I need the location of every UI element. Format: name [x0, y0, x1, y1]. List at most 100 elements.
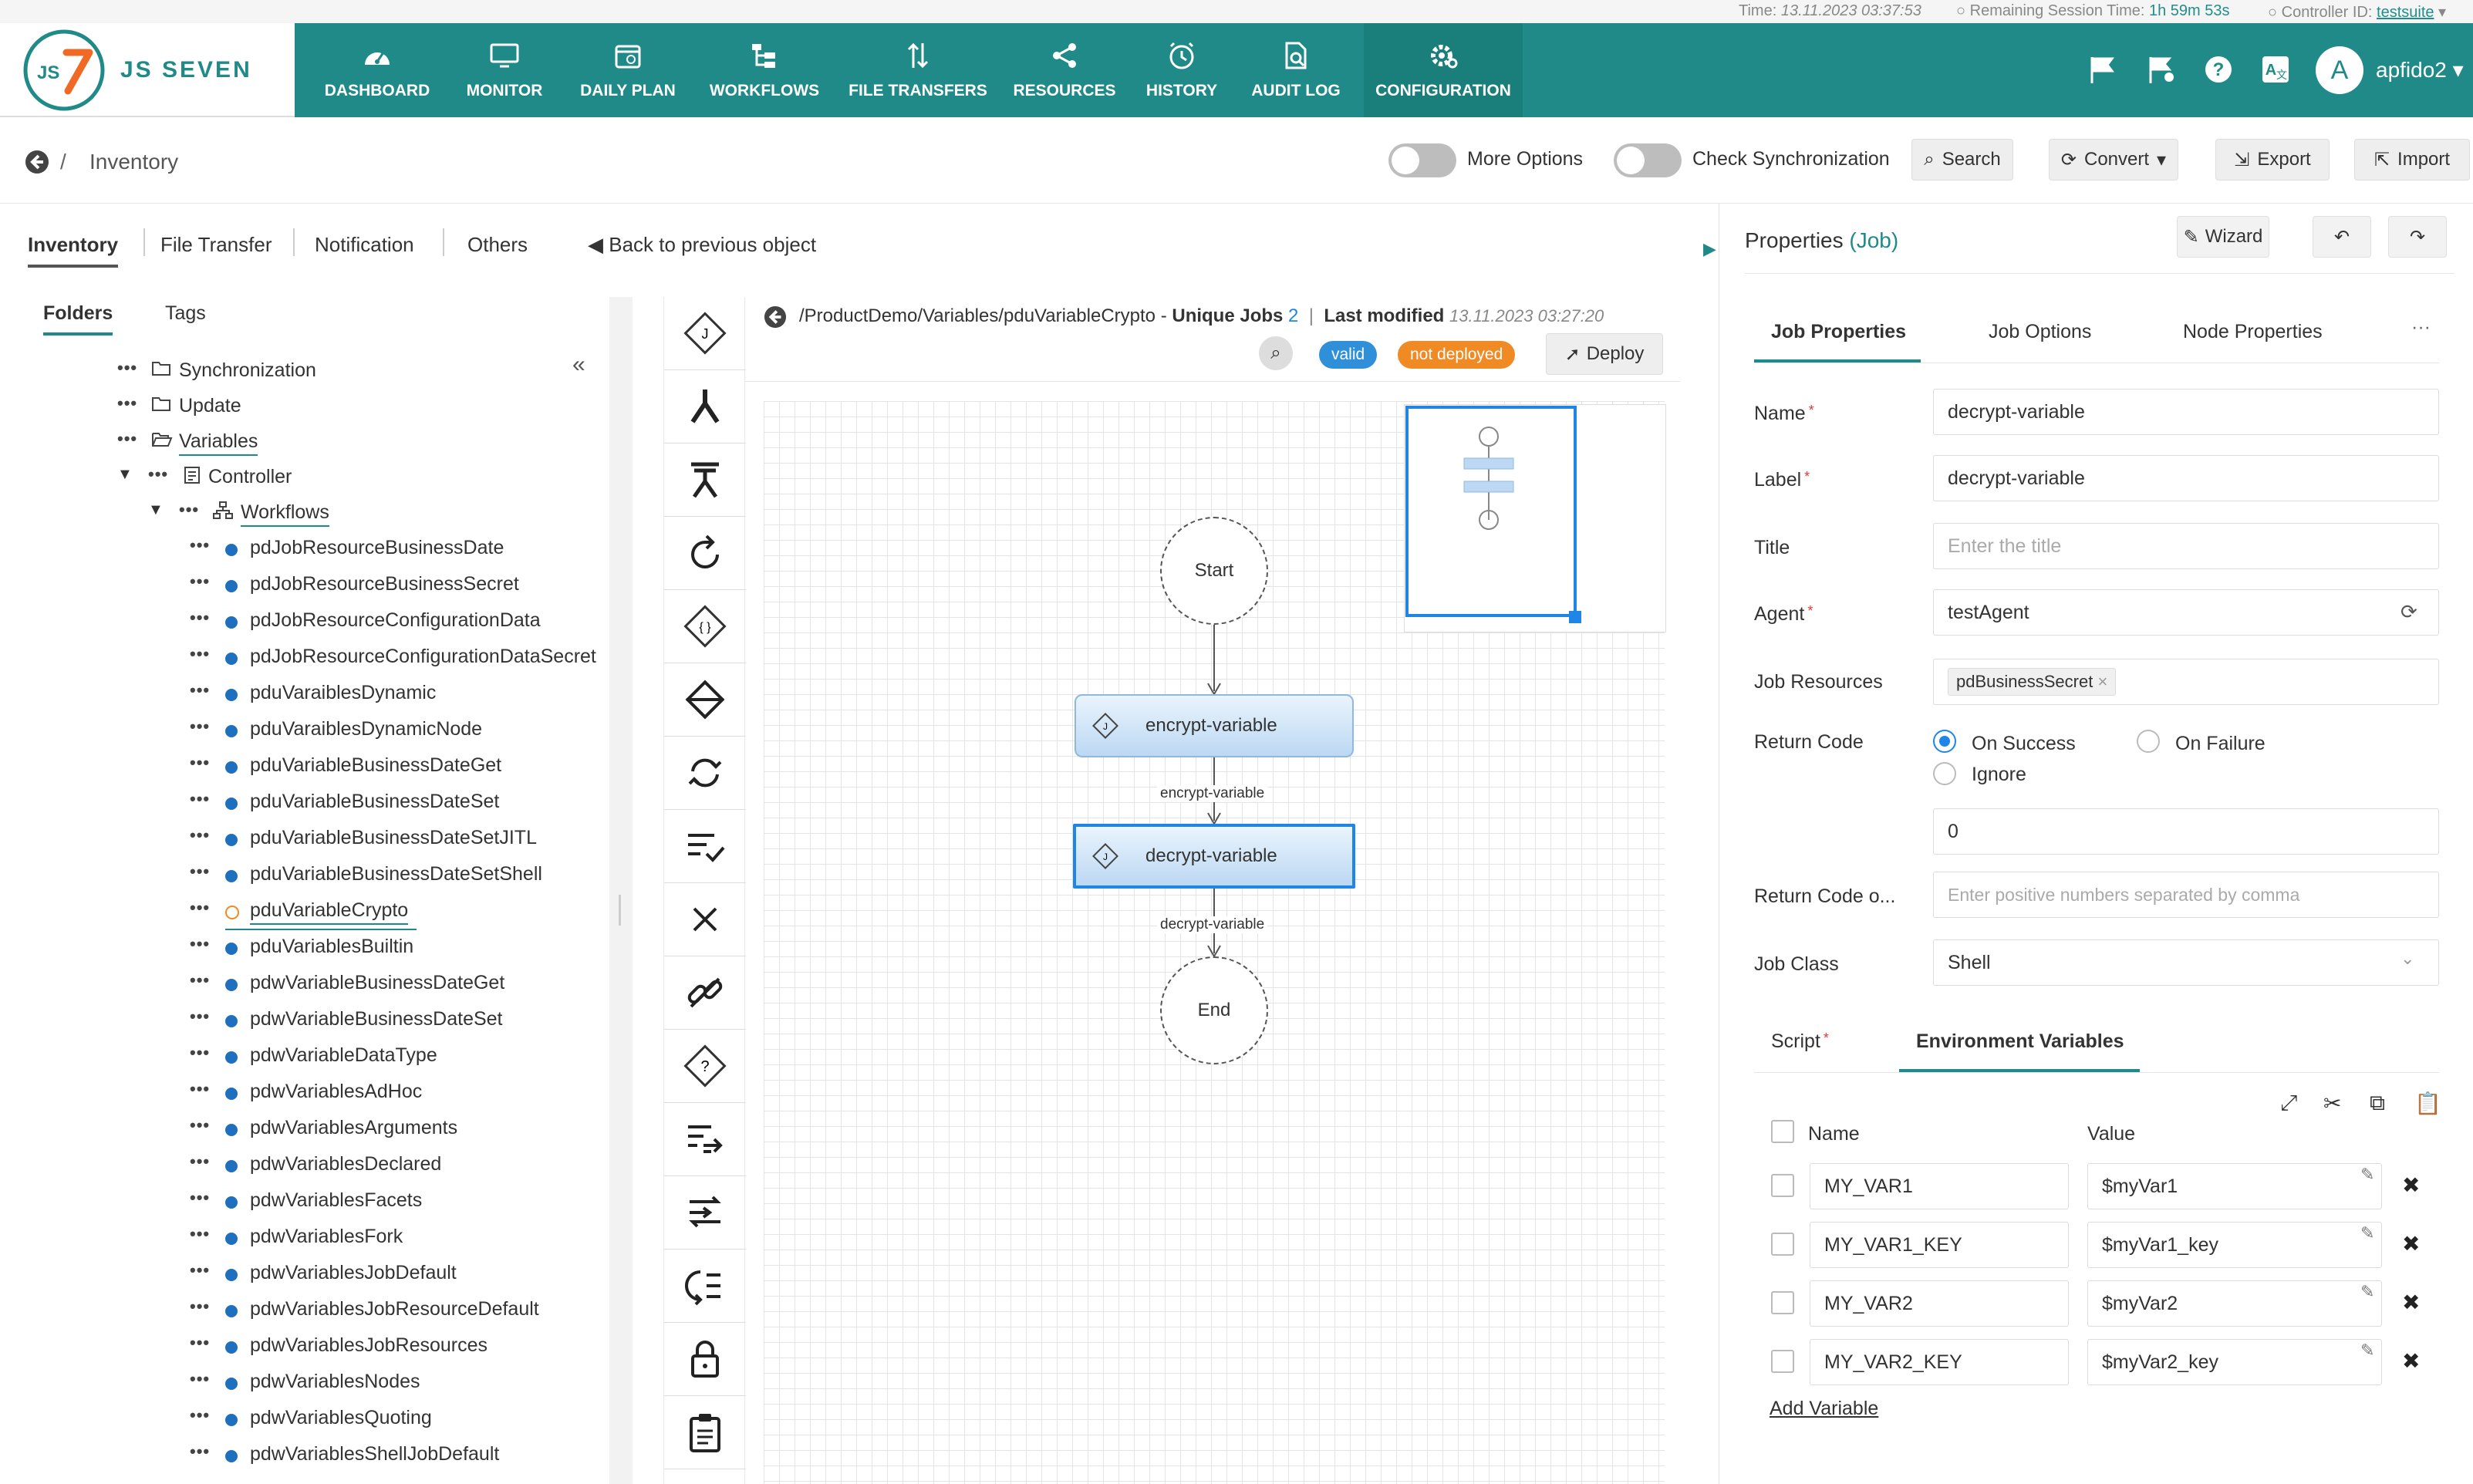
tree-item-workflow[interactable]: ••• pduVariableBusinessDateGet: [0, 750, 602, 785]
tree-item-workflow[interactable]: ••• pdJobResourceBusinessSecret: [0, 568, 602, 604]
job-resources-field[interactable]: pdBusinessSecret ×: [1933, 659, 2439, 705]
tree-item-workflow[interactable]: ••• pdwVariablesQuoting: [0, 1402, 602, 1438]
copy-icon[interactable]: ⧉: [2370, 1091, 2385, 1116]
more-options-icon[interactable]: •••: [190, 1260, 210, 1280]
more-options-icon[interactable]: •••: [117, 429, 137, 449]
tree-item-workflow[interactable]: ••• pdwVariablesFork: [0, 1221, 602, 1256]
nav-configuration[interactable]: CONFIGURATION: [1364, 23, 1523, 117]
edit-icon[interactable]: ✎: [2360, 1165, 2374, 1185]
tree-item-workflow[interactable]: ••• pduVariableBusinessDateSet: [0, 786, 602, 821]
more-options-icon[interactable]: •••: [190, 680, 210, 700]
more-options-icon[interactable]: •••: [190, 717, 210, 737]
more-options-icon[interactable]: •••: [190, 1333, 210, 1353]
env-var-value-field[interactable]: $myVar2: [2087, 1280, 2382, 1327]
env-var-name-field[interactable]: MY_VAR1_KEY: [1810, 1222, 2069, 1268]
select-all-checkbox[interactable]: [1771, 1120, 1794, 1143]
undo-button[interactable]: ↶: [2313, 216, 2371, 258]
tree-item-workflow[interactable]: ••• pduVaraiblesDynamicNode: [0, 713, 602, 749]
nav-dashboard[interactable]: DASHBOARD: [313, 23, 441, 117]
env-var-name-field[interactable]: MY_VAR2_KEY: [1810, 1339, 2069, 1385]
subtab-environment-variables[interactable]: Environment Variables: [1916, 1030, 2124, 1053]
search-button[interactable]: ⌕ Search: [1911, 139, 2013, 180]
flag-settings-icon[interactable]: [2146, 54, 2177, 85]
more-options-icon[interactable]: •••: [190, 1297, 210, 1317]
env-var-checkbox[interactable]: [1771, 1233, 1794, 1256]
tab-inventory[interactable]: Inventory: [28, 233, 119, 268]
nav-history[interactable]: HISTORY: [1134, 23, 1230, 117]
tab-node-properties[interactable]: Node Properties: [2183, 321, 2323, 343]
more-options-icon[interactable]: •••: [190, 644, 210, 664]
rc-on-failure-radio[interactable]: [2137, 730, 2160, 753]
convert-button[interactable]: ⟳ Convert ▾: [2049, 139, 2178, 180]
env-var-value-field[interactable]: $myVar1: [2087, 1163, 2382, 1209]
tree-item-workflow[interactable]: ••• pduVariableCrypto: [0, 895, 602, 930]
tool-cycle[interactable]: [664, 737, 746, 810]
tree-item-update[interactable]: ••• Update: [0, 390, 602, 426]
edit-icon[interactable]: ✎: [2360, 1282, 2374, 1302]
tool-fork[interactable]: [664, 370, 746, 444]
rc-ignore-radio[interactable]: [1933, 762, 1956, 785]
more-options-toggle[interactable]: [1388, 143, 1456, 177]
more-options-icon[interactable]: •••: [190, 1007, 210, 1027]
env-var-value-field[interactable]: $myVar2_key: [2087, 1339, 2382, 1385]
tool-lock[interactable]: [664, 956, 746, 1030]
tree-item-workflow[interactable]: ••• pdwVariableDataType: [0, 1040, 602, 1075]
tree-item-workflow[interactable]: ••• pdwVariablesNodes: [0, 1366, 602, 1401]
tool-sticky-subagent[interactable]: [664, 1396, 746, 1469]
more-options-icon[interactable]: •••: [190, 1224, 210, 1244]
tree-item-workflow[interactable]: ••• pdwVariablesJobResources: [0, 1330, 602, 1365]
job-node-encrypt[interactable]: J encrypt-variable: [1075, 694, 1354, 757]
label-field[interactable]: decrypt-variable: [1933, 455, 2439, 501]
env-var-checkbox[interactable]: [1771, 1174, 1794, 1197]
user-menu[interactable]: apfido2 ▾: [2376, 57, 2464, 83]
tab-notification[interactable]: Notification: [315, 233, 414, 257]
edit-icon[interactable]: ✎: [2360, 1341, 2374, 1361]
tree-item-workflow[interactable]: ••• pdJobResourceConfigurationData: [0, 605, 602, 640]
tree-item-workflow[interactable]: ••• pdwVariableBusinessDateGet: [0, 967, 602, 1003]
tree-item-workflow[interactable]: ••• pduVariablesBuiltin: [0, 931, 602, 966]
tree-item-workflows[interactable]: ▼ ••• Workflows: [0, 497, 602, 532]
title-field[interactable]: Enter the title: [1933, 523, 2439, 569]
export-button[interactable]: ⇲ Export: [2215, 139, 2330, 180]
back-arrow-icon[interactable]: [764, 305, 787, 329]
nav-audit-log[interactable]: AUDIT LOG: [1239, 23, 1353, 117]
env-var-name-field[interactable]: MY_VAR2: [1810, 1280, 2069, 1327]
back-arrow-icon[interactable]: [25, 150, 49, 174]
back-to-previous-link[interactable]: ◀ Back to previous object: [588, 233, 816, 257]
tree-item-workflow[interactable]: ••• pdwVariableBusinessDateSet: [0, 1003, 602, 1039]
wizard-button[interactable]: ✎ Wizard: [2177, 216, 2269, 258]
more-options-icon[interactable]: •••: [190, 1442, 210, 1462]
help-icon[interactable]: ?: [2203, 54, 2234, 85]
collapse-panel-icon[interactable]: ▶: [1703, 239, 1716, 259]
remove-icon[interactable]: ✖: [2402, 1348, 2420, 1374]
more-options-icon[interactable]: •••: [190, 1115, 210, 1135]
tool-fork-list[interactable]: [664, 444, 746, 517]
return-code-field[interactable]: 0: [1933, 808, 2439, 855]
subtab-tags[interactable]: Tags: [165, 302, 206, 325]
minimap-resize-handle[interactable]: [1569, 611, 1581, 623]
caret-down-icon[interactable]: ▼: [117, 466, 133, 484]
start-node[interactable]: Start: [1160, 517, 1268, 625]
tree-item-workflow[interactable]: ••• pdwVariablesFacets: [0, 1185, 602, 1220]
logo[interactable]: JS JS SEVEN: [0, 23, 295, 117]
add-variable-link[interactable]: Add Variable: [1770, 1398, 1878, 1420]
more-options-icon[interactable]: •••: [190, 970, 210, 990]
tree-item-workflow[interactable]: ••• pdJobResourceBusinessDate: [0, 532, 602, 568]
nav-monitor[interactable]: MONITOR: [450, 23, 558, 117]
tree-item-workflow[interactable]: ••• pdwVariablesJobDefault: [0, 1257, 602, 1293]
subtab-folders[interactable]: Folders: [43, 302, 113, 336]
more-options-icon[interactable]: •••: [190, 789, 210, 809]
env-var-checkbox[interactable]: [1771, 1350, 1794, 1373]
tree-item-workflow[interactable]: ••• pdwVariablesAdHoc: [0, 1076, 602, 1111]
nav-resources[interactable]: RESOURCES: [1004, 23, 1125, 117]
more-options-icon[interactable]: •••: [190, 1043, 210, 1063]
job-class-select[interactable]: Shell: [1933, 939, 2439, 986]
tab-file-transfer[interactable]: File Transfer: [160, 233, 272, 257]
tree-item-variables[interactable]: ••• Variables: [0, 426, 602, 461]
more-options-icon[interactable]: •••: [190, 1369, 210, 1389]
nav-workflows[interactable]: WORKFLOWS: [697, 23, 832, 117]
more-options-icon[interactable]: •••: [117, 358, 137, 378]
more-options-icon[interactable]: •••: [190, 753, 210, 773]
tree-item-workflow[interactable]: ••• pdwVariablesDeclared: [0, 1148, 602, 1184]
tool-if[interactable]: { }: [664, 590, 746, 663]
